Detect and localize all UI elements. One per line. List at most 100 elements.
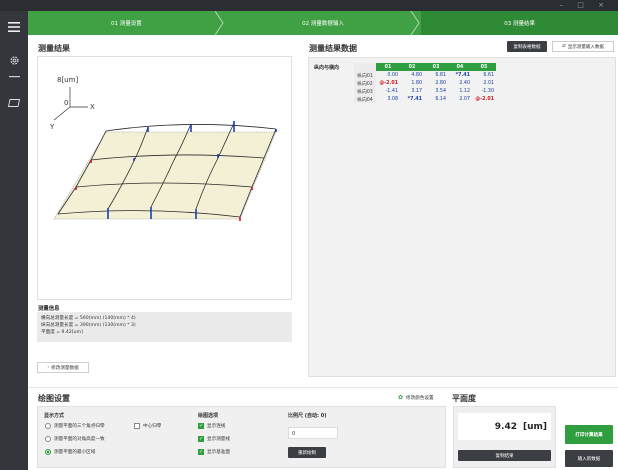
show-reference-plane-checkbox[interactable]: ✓ 显示基准面: [198, 449, 230, 455]
y-axis: [53, 106, 71, 121]
reference-plane: [53, 131, 277, 220]
color-settings-link[interactable]: ✿ 修改颜色设置: [398, 394, 434, 401]
y-label: Y: [49, 123, 55, 131]
draw-settings-title: 绘图设置: [38, 394, 70, 403]
table-cell[interactable]: 3.08: [376, 95, 400, 103]
table-cell[interactable]: 4.80: [400, 71, 424, 79]
toggle-input-data-button[interactable]: ⇄ 显示测量输入数据: [552, 41, 614, 52]
radio-icon: [45, 436, 51, 442]
radio-three-corner[interactable]: 测量平面的三个角点归零: [45, 423, 105, 429]
redraw-button[interactable]: 重新绘制: [288, 447, 326, 458]
flatness-value: 9.42: [494, 421, 517, 432]
table-cell-min[interactable]: @-2.01: [376, 79, 400, 87]
result-title: 测量结果: [38, 44, 70, 53]
col-header: 04: [448, 63, 472, 71]
title-bar: – □ ×: [0, 0, 618, 11]
display-mode-title: 显示方式: [44, 413, 65, 419]
flatness-3d-plot: 8[um] 0 X Y: [49, 76, 277, 221]
table-header-row: 01 02 03 04 05: [354, 63, 496, 71]
col-header: 03: [424, 63, 448, 71]
center-zero-checkbox[interactable]: 中心归零: [134, 423, 161, 429]
gear-icon: ✿: [398, 394, 404, 401]
data-title: 测量结果数据: [309, 44, 357, 53]
radio-min-zone[interactable]: 测量平面的最小区域: [45, 449, 95, 455]
table-corner: [354, 63, 376, 71]
table-cell-max[interactable]: *7.41: [400, 95, 424, 103]
plane-icon[interactable]: [0, 97, 28, 109]
table-cell[interactable]: 6.14: [424, 95, 448, 103]
sidebar: [0, 11, 28, 470]
x-label: X: [90, 103, 95, 111]
data-table-area: [308, 57, 616, 377]
table-row: 纵向04 3.08 *7.41 6.14 2.07 @-2.01: [354, 95, 496, 103]
step-2[interactable]: 02 测量数据输入: [225, 11, 422, 35]
table-cell-max[interactable]: *7.41: [448, 71, 472, 79]
table-cell[interactable]: 6.61: [472, 71, 496, 79]
step-bar: 01 测量设置 02 测量数据输入 03 测量结果: [28, 11, 618, 35]
table-cell[interactable]: 2.01: [472, 79, 496, 87]
origin-label: 0: [64, 99, 68, 107]
table-row: 纵向03 -1.41 3.17 3.54 1.12 -1.30: [354, 87, 496, 95]
copy-table-button[interactable]: 复制表格数据: [507, 41, 547, 52]
col-header: 05: [472, 63, 496, 71]
measurement-info: 横向总测量长度 = 560(mm) (140(mm) * 4) 纵向总测量长度 …: [37, 312, 292, 342]
table-cell[interactable]: -1.30: [472, 87, 496, 95]
table-cell[interactable]: 6.81: [424, 71, 448, 79]
show-lines-checkbox[interactable]: ✓ 显示连线: [198, 423, 225, 429]
draw-options-title: 绘图选项: [198, 413, 219, 419]
table-cell[interactable]: 1.12: [448, 87, 472, 95]
radio-diagonal[interactable]: 测量平面的对角高度一致: [45, 436, 105, 442]
edit-data-button[interactable]: ‹ 修改测量数据: [37, 362, 89, 373]
table-cell[interactable]: 2.40: [448, 79, 472, 87]
minus-icon[interactable]: [0, 75, 28, 79]
swap-icon: ⇄: [562, 44, 566, 49]
table-cell[interactable]: 0.00: [376, 71, 400, 79]
step-arrow-icon: [214, 11, 224, 35]
table-cell[interactable]: 2.07: [448, 95, 472, 103]
info-line: 平面度 = 9.42[um]: [41, 330, 83, 335]
copy-result-button[interactable]: 复制结果: [458, 450, 551, 461]
col-header: 01: [376, 63, 400, 71]
table-label: 纵向与横向: [314, 65, 340, 71]
table-cell-min[interactable]: @-2.01: [472, 95, 496, 103]
row-header: 纵向03: [354, 87, 376, 95]
table-cell[interactable]: 2.80: [424, 79, 448, 87]
scale-title: 比例尺 (自动: 0): [288, 413, 327, 419]
checkbox-icon: [134, 423, 140, 429]
table-row: 纵向02 @-2.01 1.80 2.80 2.40 2.01: [354, 79, 496, 87]
window-controls[interactable]: – □ ×: [560, 1, 610, 9]
table-cell[interactable]: 3.54: [424, 87, 448, 95]
table-cell[interactable]: 1.80: [400, 79, 424, 87]
radio-icon: [45, 423, 51, 429]
print-result-button[interactable]: 打印计算结果: [565, 425, 613, 444]
show-measure-lines-checkbox[interactable]: ✓ 显示测量线: [198, 436, 230, 442]
z-axis-label: 8[um]: [57, 76, 78, 84]
chevron-left-icon: ‹: [47, 365, 50, 370]
step-1[interactable]: 01 测量设置: [28, 11, 225, 35]
flatness-value-box: 9.42 [um]: [458, 413, 551, 440]
check-icon: ✓: [198, 449, 204, 455]
table-row: 纵向01 0.00 4.80 6.81 *7.41 6.61: [354, 71, 496, 79]
menu-icon[interactable]: [0, 19, 28, 35]
col-header: 02: [400, 63, 424, 71]
row-header: 纵向04: [354, 95, 376, 103]
gear-icon[interactable]: [0, 52, 28, 68]
new-data-button[interactable]: 输入新数据: [565, 450, 613, 467]
row-header: 纵向02: [354, 79, 376, 87]
table-cell[interactable]: 3.17: [400, 87, 424, 95]
info-line: 横向总测量长度 = 560(mm) (140(mm) * 4): [41, 316, 136, 321]
info-line: 纵向总测量长度 = 390(mm) (130(mm) * 3): [41, 323, 136, 328]
check-icon: ✓: [198, 436, 204, 442]
step-3[interactable]: 03 测量结果: [421, 11, 618, 35]
plot-area: 8[um] 0 X Y: [37, 56, 292, 300]
check-icon: ✓: [198, 423, 204, 429]
flatness-unit: [um]: [522, 421, 547, 432]
radio-selected-icon: [45, 449, 51, 455]
info-title: 测量信息: [38, 306, 60, 312]
table-cell[interactable]: -1.41: [376, 87, 400, 95]
flatness-title: 平面度: [452, 394, 476, 403]
step-arrow-icon: [410, 11, 420, 35]
scale-input[interactable]: 0: [288, 427, 338, 439]
result-table: 01 02 03 04 05 纵向01 0.00 4.80 6.81 *7.41…: [354, 63, 496, 103]
row-header: 纵向01: [354, 71, 376, 79]
